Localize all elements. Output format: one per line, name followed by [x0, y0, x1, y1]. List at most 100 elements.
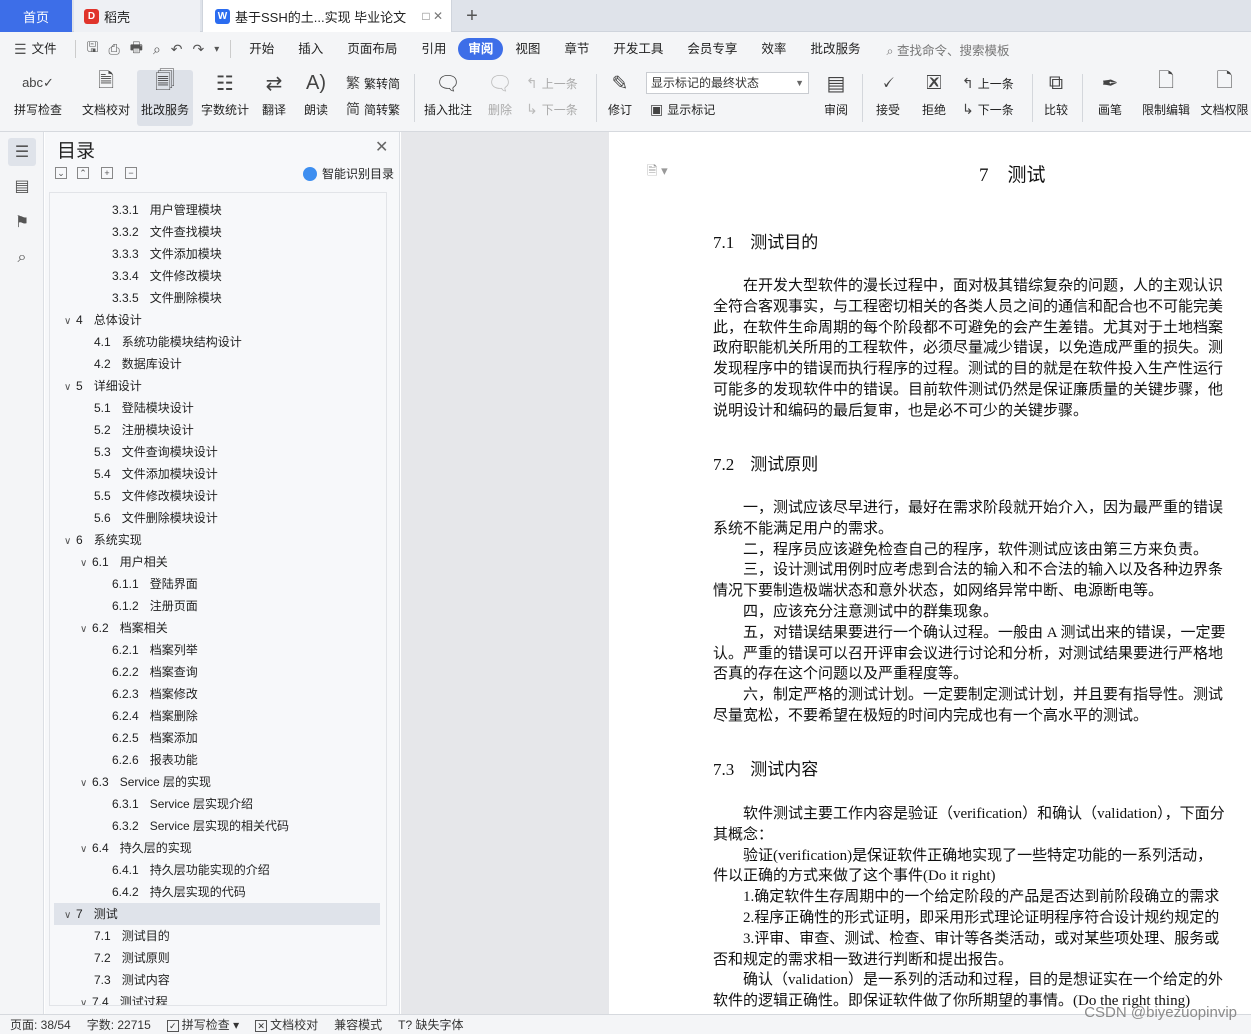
- command-search[interactable]: ⌕ 查找命令、搜索模板: [886, 40, 1009, 59]
- chevron-down-icon[interactable]: ∨: [64, 311, 76, 333]
- page-indicator[interactable]: 页面: 38/54: [10, 1016, 71, 1033]
- toc-item[interactable]: 5.4 文件添加模块设计: [54, 463, 380, 485]
- undo-icon[interactable]: ↶: [171, 41, 183, 58]
- toc-panel-icon[interactable]: ☰: [8, 138, 36, 166]
- review-pane-button[interactable]: ▤ 审阅: [816, 70, 856, 126]
- new-tab-button[interactable]: +: [460, 0, 484, 32]
- save-icon[interactable]: 🖫: [87, 37, 99, 61]
- toc-item[interactable]: ∨ 6 系统实现: [54, 529, 380, 551]
- customize-dropdown-icon[interactable]: ▾: [214, 44, 219, 55]
- menu-start[interactable]: 开始: [237, 38, 286, 60]
- restrict-edit-button[interactable]: 🗋 限制编辑: [1138, 70, 1194, 126]
- toc-item[interactable]: ∨ 7.4 测试过程: [54, 991, 380, 1005]
- doc-proof-button[interactable]: 🗎 文档校对: [78, 70, 134, 126]
- status-spell-check[interactable]: ✓ 拼写检查 ▾: [166, 1016, 239, 1033]
- hamburger-icon[interactable]: ☰: [14, 41, 27, 58]
- revise-service-button[interactable]: 🗐 批改服务: [137, 70, 193, 126]
- toc-item[interactable]: ∨ 5 详细设计: [54, 375, 380, 397]
- toc-item[interactable]: 6.2.2 档案查询: [54, 661, 380, 683]
- ink-button[interactable]: ✒ 画笔: [1090, 70, 1130, 126]
- redo-icon[interactable]: ↷: [193, 41, 205, 58]
- bookmark-icon[interactable]: ⚑: [8, 208, 36, 236]
- toc-item[interactable]: 7.1 测试目的: [54, 925, 380, 947]
- status-doc-proof[interactable]: ✕ 文档校对: [255, 1016, 318, 1033]
- menu-page-layout[interactable]: 页面布局: [335, 38, 409, 60]
- word-count-button[interactable]: ☷ 字数统计: [197, 70, 253, 126]
- toc-item[interactable]: 7.3 测试内容: [54, 969, 380, 991]
- add-heading-icon[interactable]: +: [101, 167, 113, 179]
- section-nav-icon[interactable]: ▤: [8, 172, 36, 200]
- toc-item[interactable]: 6.3.2 Service 层实现的相关代码: [54, 815, 380, 837]
- menu-insert[interactable]: 插入: [286, 38, 335, 60]
- toc-item[interactable]: ∨ 6.4 持久层的实现: [54, 837, 380, 859]
- chevron-down-icon[interactable]: ∨: [64, 905, 76, 927]
- toc-item[interactable]: 4.2 数据库设计: [54, 353, 380, 375]
- toc-item[interactable]: 5.3 文件查询模块设计: [54, 441, 380, 463]
- toc-item[interactable]: 6.2.5 档案添加: [54, 727, 380, 749]
- prev-change-button[interactable]: ↰ 上一条: [962, 72, 1014, 94]
- toc-item[interactable]: 6.4.1 持久层功能实现的介绍: [54, 859, 380, 881]
- chevron-down-icon[interactable]: ∨: [80, 553, 92, 575]
- print-icon[interactable]: 🖶: [130, 37, 143, 61]
- remove-heading-icon[interactable]: −: [125, 167, 137, 179]
- toc-item[interactable]: 3.3.5 文件删除模块: [54, 287, 380, 309]
- smart-toc-button[interactable]: 智能识别目录: [303, 165, 394, 182]
- insert-comment-button[interactable]: 🗨 插入批注: [420, 70, 476, 126]
- accept-button[interactable]: 🗸 接受: [868, 70, 908, 126]
- toc-item[interactable]: ∨ 7 测试: [54, 903, 380, 925]
- print-preview-icon[interactable]: ⌕: [153, 41, 161, 58]
- tab-home[interactable]: 首页: [0, 0, 72, 32]
- toc-item[interactable]: 6.2.1 档案列举: [54, 639, 380, 661]
- word-count-indicator[interactable]: 字数: 22715: [87, 1016, 151, 1033]
- toc-item[interactable]: ∨ 6.3 Service 层的实现: [54, 771, 380, 793]
- menu-revise-service[interactable]: 批改服务: [798, 38, 872, 60]
- page-layout-icon[interactable]: 🗎 ▾: [647, 162, 668, 184]
- menu-reference[interactable]: 引用: [409, 38, 458, 60]
- chevron-down-icon[interactable]: ∨: [80, 619, 92, 641]
- toc-item[interactable]: 3.3.4 文件修改模块: [54, 265, 380, 287]
- toc-item[interactable]: 4.1 系统功能模块结构设计: [54, 331, 380, 353]
- menu-review[interactable]: 审阅: [458, 38, 504, 60]
- compare-button[interactable]: ⧉ 比较: [1036, 70, 1076, 126]
- toc-item[interactable]: 6.2.3 档案修改: [54, 683, 380, 705]
- toc-item[interactable]: 6.1.2 注册页面: [54, 595, 380, 617]
- menu-dev-tools[interactable]: 开发工具: [601, 38, 675, 60]
- toc-item[interactable]: ∨ 4 总体设计: [54, 309, 380, 331]
- search-icon[interactable]: ⌕: [8, 244, 36, 272]
- toc-item[interactable]: 6.1.1 登陆界面: [54, 573, 380, 595]
- next-comment-button[interactable]: ↳ 下一条: [526, 98, 578, 120]
- toc-item[interactable]: 5.1 登陆模块设计: [54, 397, 380, 419]
- toc-item[interactable]: 7.2 测试原则: [54, 947, 380, 969]
- markup-state-select[interactable]: 显示标记的最终状态 ▼: [646, 72, 809, 94]
- missing-font-indicator[interactable]: T? 缺失字体: [398, 1016, 463, 1033]
- chevron-down-icon[interactable]: ∨: [80, 839, 92, 861]
- toc-item[interactable]: ∨ 6.1 用户相关: [54, 551, 380, 573]
- toc-item[interactable]: 3.3.3 文件添加模块: [54, 243, 380, 265]
- expand-all-icon[interactable]: ⌃: [77, 167, 89, 179]
- toc-item[interactable]: 6.3.1 Service 层实现介绍: [54, 793, 380, 815]
- track-changes-button[interactable]: ✎ 修订: [600, 70, 640, 126]
- tab-document[interactable]: W 基于SSH的土...实现 毕业论文 □ ✕: [202, 0, 452, 32]
- chevron-down-icon[interactable]: ∨: [64, 531, 76, 553]
- delete-comment-button[interactable]: 🗨 删除: [480, 70, 520, 126]
- menu-member[interactable]: 会员专享: [675, 38, 749, 60]
- read-aloud-button[interactable]: A) 朗读: [298, 70, 334, 126]
- close-icon[interactable]: ✕: [375, 137, 388, 157]
- menu-view[interactable]: 视图: [503, 38, 552, 60]
- toc-item[interactable]: 5.6 文件删除模块设计: [54, 507, 380, 529]
- tab-daoke[interactable]: D 稻壳: [74, 0, 200, 32]
- export-pdf-icon[interactable]: ⎙: [109, 41, 120, 58]
- menu-file[interactable]: 文件: [32, 38, 69, 60]
- menu-chapter[interactable]: 章节: [552, 38, 601, 60]
- menu-efficiency[interactable]: 效率: [749, 38, 798, 60]
- translate-button[interactable]: ⇄ 翻译: [254, 70, 294, 126]
- chevron-down-icon[interactable]: ∨: [64, 377, 76, 399]
- doc-permission-button[interactable]: 🗋 文档权限: [1198, 70, 1251, 126]
- toc-item[interactable]: 6.4.2 持久层实现的代码: [54, 881, 380, 903]
- next-change-button[interactable]: ↳ 下一条: [962, 98, 1014, 120]
- toc-item[interactable]: 3.3.2 文件查找模块: [54, 221, 380, 243]
- reject-button[interactable]: 🗷 拒绝: [914, 70, 954, 126]
- to-traditional-button[interactable]: 繁 繁转简: [346, 72, 400, 94]
- show-markup-button[interactable]: ▣ 显示标记: [650, 98, 715, 120]
- document-page[interactable]: 🗎 ▾ 7 测试 7.1 测试目的 在开发大型软件的漫长过程中，面对极其错综复杂的…: [609, 132, 1251, 1014]
